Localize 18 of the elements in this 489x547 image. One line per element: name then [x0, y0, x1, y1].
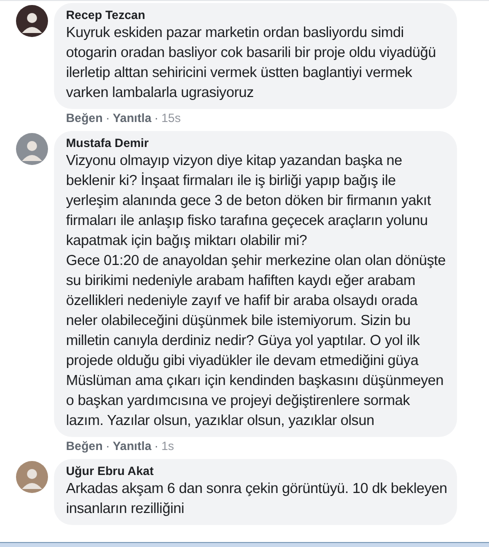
avatar-icon[interactable] — [16, 5, 48, 37]
author-name[interactable]: Recep Tezcan — [66, 8, 449, 23]
comment-time: 1s — [161, 439, 174, 454]
separator-dot: · — [106, 111, 110, 126]
author-name[interactable]: Uğur Ebru Akat — [66, 464, 449, 479]
comment-text: Arkadas akşam 6 dan sonra çekin görüntüyü. 10 dk bekleyen insanların rezilliğini — [66, 480, 448, 519]
comment-time: 15s — [161, 111, 181, 126]
comment-text: Kuyruk eskiden pazar marketin ordan basliyordu simdi otogarin oradan basliyor cok basarili bir proje oldu viyadüğü ilerletip alttan sehiricini vermek üstten baglantiyi vermek varken lambalarla ugrasiyoruz — [66, 24, 437, 103]
separator-dot: · — [106, 439, 110, 454]
comment-text: Gece 01:20 de anayoldan şehir merkezine olan olan dönüşte su birikimi nedeniyle arabam hafiften kaydı eğer arabam özellikleri nedeniyle zayıf ve hafif bir araba olsaydı orada neler olabileceğini düşünmek bile istemiyorum. Sizin bu milletin canıyla derdiniz nedir? Güya yol yaptılar. O yol ilk projede olduğu gibi viyadükler ile devam etmediğini güya Müslüman ama çıkarı için kendinden başkasını düşünmeyen o başkan yardımcısına ve projeyi değiştirenlere sormak lazım. Yazılar olsun, yazıklar olsun, yazıklar olsun — [66, 252, 447, 431]
reply-link[interactable]: Yanıtla — [112, 439, 152, 454]
reply-link[interactable]: Yanıtla — [112, 111, 152, 126]
author-name[interactable]: Mustafa Demir — [66, 136, 449, 151]
separator-dot: · — [154, 111, 158, 126]
like-link[interactable]: Beğen — [66, 439, 103, 454]
comment-text: Vizyonu olmayıp vizyon diye kitap yazandan başka ne beklenir ki? İnşaat firmaları ile iş birliği yapıp bağış ile yerleşim alanında gece 3 de beton döken bir firmanın yakıt firmaları ile anlaşıp fisko tarafına geçecek araçların yolunu kapatmak için bağış miktarı olabilir mi? — [66, 152, 432, 251]
like-link[interactable]: Beğen — [66, 111, 103, 126]
separator-dot: · — [154, 439, 158, 454]
